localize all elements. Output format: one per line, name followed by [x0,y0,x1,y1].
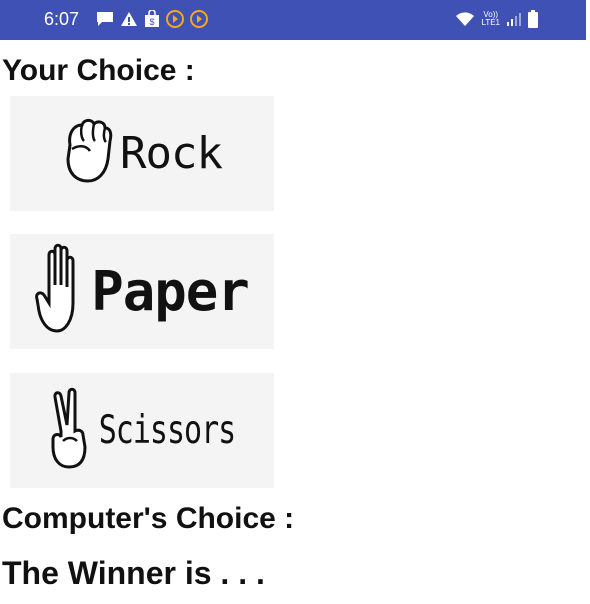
shopping-bag-icon: $ [144,9,160,29]
scissors-button[interactable]: Scissors [10,373,274,488]
status-time: 6:07 [44,9,80,29]
status-bar: 6:07 $ Vo)) LTE1 [0,0,586,40]
signal-icon [506,9,522,29]
winner-heading: The Winner is . . . [2,555,265,591]
battery-icon [528,9,538,29]
open-hand-icon [35,241,85,342]
paper-label: Paper [91,260,250,323]
notification-icons: $ [96,9,208,29]
computer-choice-heading: Computer's Choice : [2,502,295,535]
chat-icon [96,9,114,29]
warning-icon [120,9,138,29]
volte-icon: Vo)) LTE1 [481,10,500,27]
play-circle-icon [190,9,208,29]
scissors-label: Scissors [98,407,236,454]
play-circle-icon [166,9,184,29]
fist-icon [62,115,114,192]
system-icons: Vo)) LTE1 [455,9,538,29]
rock-label: Rock [120,128,223,179]
rock-button[interactable]: Rock [10,96,274,211]
victory-hand-icon [49,385,93,476]
paper-button[interactable]: Paper [10,234,274,349]
wifi-icon [455,9,475,29]
svg-text:$: $ [149,17,154,27]
your-choice-heading: Your Choice : [2,54,195,87]
